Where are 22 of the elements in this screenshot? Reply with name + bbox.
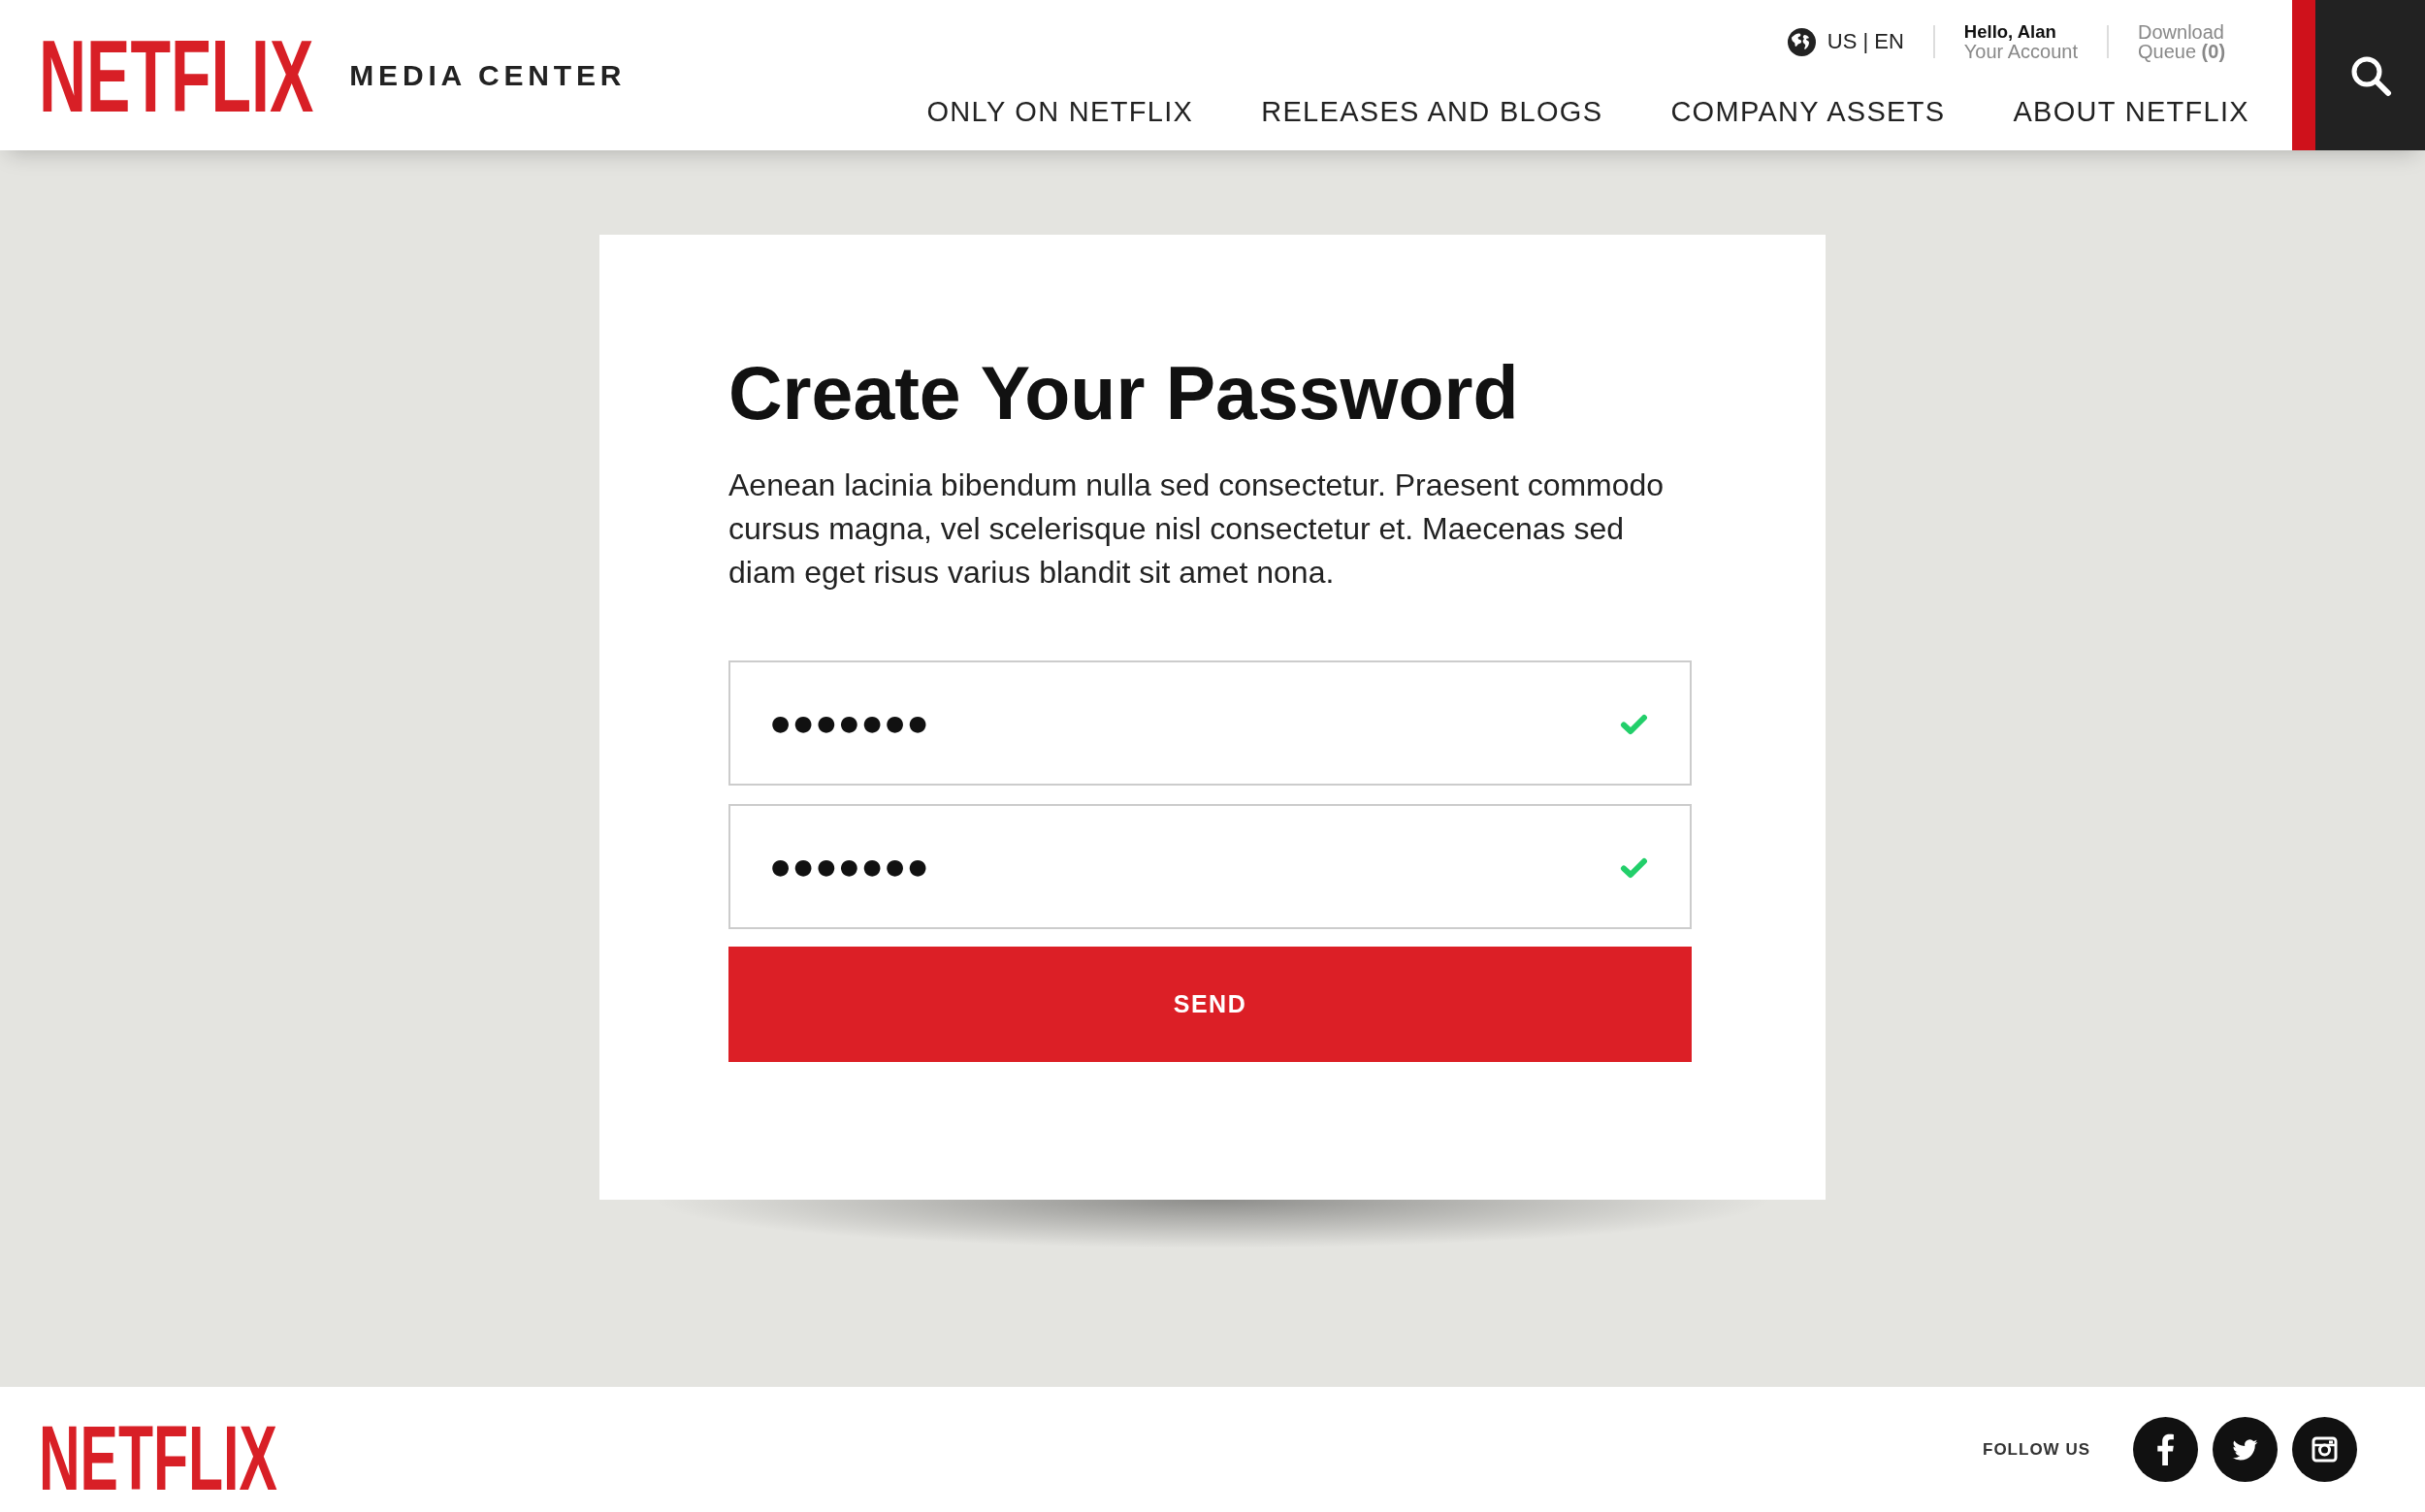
- greeting-text: Hello, Alan: [1963, 22, 2057, 42]
- nav-link[interactable]: ONLY ON NETFLIX: [926, 95, 1194, 128]
- download-queue-link[interactable]: Download Queue (0): [2138, 22, 2245, 61]
- nav-link[interactable]: ABOUT NETFLIX: [2013, 95, 2249, 128]
- bird-icon[interactable]: [2213, 1417, 2278, 1482]
- site-title: MEDIA CENTER: [349, 58, 627, 92]
- locale-link[interactable]: US | EN: [1787, 27, 1904, 56]
- nav-link[interactable]: COMPANY ASSETS: [1670, 95, 1946, 128]
- facebook-icon[interactable]: [2133, 1417, 2198, 1482]
- password-field[interactable]: ●●●●●●●: [728, 660, 1692, 786]
- follow-label: FOLLOW US: [1983, 1439, 2090, 1460]
- nav-link[interactable]: RELEASES AND BLOGS: [1261, 95, 1603, 128]
- send-button[interactable]: SEND: [728, 947, 1692, 1062]
- form-description: Aenean lacinia bibendum nulla sed consectetur. Praesent commodo cursus magna, vel scelerisque nisl consectetur et. Maecenas sed diam eget risus varius blandit sit amet nona.: [728, 466, 1665, 592]
- search-button[interactable]: [2292, 0, 2425, 150]
- netflix-logo[interactable]: NETFLIX: [39, 1426, 277, 1493]
- netflix-logo[interactable]: NETFLIX: [39, 37, 314, 113]
- form-title: Create Your Password: [728, 357, 1520, 429]
- globe-icon: [1787, 27, 1816, 56]
- camera-icon[interactable]: [2292, 1417, 2357, 1482]
- password-field[interactable]: ●●●●●●●: [728, 804, 1692, 929]
- account-link[interactable]: Your Account: [1963, 42, 2078, 61]
